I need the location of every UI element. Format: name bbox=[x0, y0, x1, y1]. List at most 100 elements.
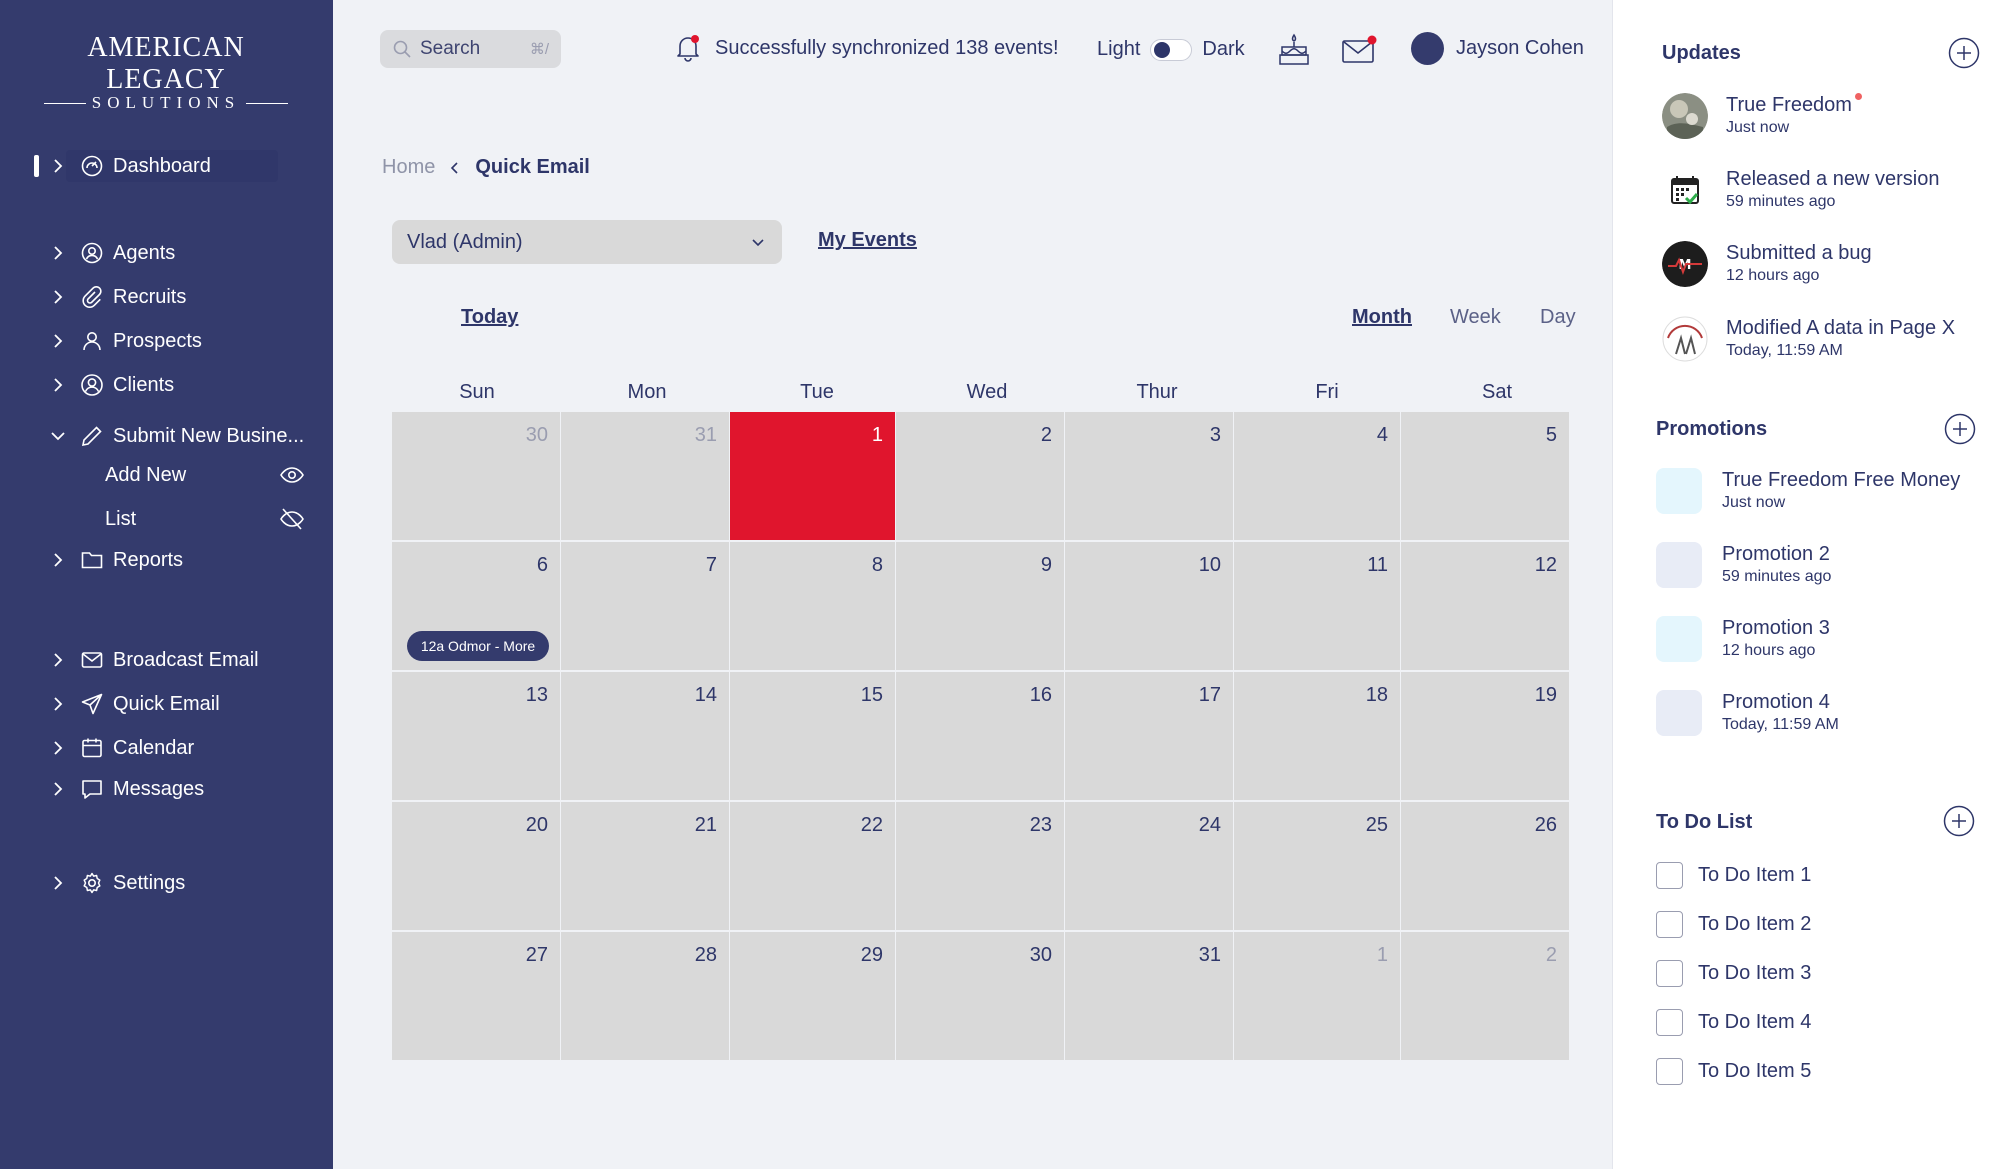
sidebar-item-dashboard[interactable]: Dashboard bbox=[48, 151, 211, 181]
promotion-item[interactable]: True Freedom Free Money Just now bbox=[1656, 468, 1960, 514]
user-filter-select[interactable]: Vlad (Admin) bbox=[392, 220, 782, 264]
sidebar-item-settings[interactable]: Settings bbox=[48, 868, 185, 898]
todo-checkbox[interactable] bbox=[1656, 1058, 1683, 1085]
calendar-day-cell[interactable]: 23 bbox=[896, 802, 1064, 930]
todo-item[interactable]: To Do Item 5 bbox=[1656, 1058, 1811, 1085]
brand-subline: SOLUTIONS bbox=[38, 94, 294, 112]
sidebar-subitem-list[interactable]: List bbox=[105, 504, 305, 534]
promotion-item[interactable]: Promotion 4 Today, 11:59 AM bbox=[1656, 690, 1839, 736]
todo-item[interactable]: To Do Item 1 bbox=[1656, 862, 1811, 889]
calendar-day-cell[interactable]: 9 bbox=[896, 542, 1064, 670]
sidebar-item-broadcast-email[interactable]: Broadcast Email bbox=[48, 645, 259, 675]
sidebar-item-reports[interactable]: Reports bbox=[48, 545, 183, 575]
calendar-day-cell[interactable]: 11 bbox=[1234, 542, 1400, 670]
mail-icon[interactable] bbox=[1341, 35, 1377, 65]
promotion-item[interactable]: Promotion 2 59 minutes ago bbox=[1656, 542, 1831, 588]
calendar-day-cell[interactable]: 13 bbox=[392, 672, 560, 800]
breadcrumb-home[interactable]: Home bbox=[382, 156, 435, 179]
theme-toggle[interactable] bbox=[1150, 38, 1193, 61]
calendar-day-cell[interactable]: 21 bbox=[561, 802, 729, 930]
promotion-title: True Freedom Free Money bbox=[1722, 469, 1961, 491]
todo-item[interactable]: To Do Item 3 bbox=[1656, 960, 1811, 987]
todo-checkbox[interactable] bbox=[1656, 1009, 1683, 1036]
calendar-day-cell[interactable]: 27 bbox=[392, 932, 560, 1060]
user-menu[interactable]: Jayson Cohen bbox=[1411, 32, 1584, 65]
calendar-day-cell[interactable]: 29 bbox=[730, 932, 895, 1060]
user-icon bbox=[83, 332, 101, 351]
send-icon bbox=[81, 693, 103, 715]
today-button[interactable]: Today bbox=[461, 306, 518, 329]
brand-logo[interactable]: AMERICAN LEGACY SOLUTIONS bbox=[38, 32, 294, 112]
calendar-day-cell[interactable]: 15 bbox=[730, 672, 895, 800]
calendar-day-cell[interactable]: 18 bbox=[1234, 672, 1400, 800]
add-update-icon[interactable] bbox=[1948, 37, 1980, 69]
update-item[interactable]: Modified A data in Page X Today, 11:59 A… bbox=[1662, 316, 1955, 362]
eye-off-icon[interactable] bbox=[279, 506, 305, 532]
calendar-day-cell[interactable]: 22 bbox=[730, 802, 895, 930]
calendar-day-cell[interactable]: 25 bbox=[1234, 802, 1400, 930]
calendar-day-cell[interactable]: 30 bbox=[896, 932, 1064, 1060]
sidebar-item-messages[interactable]: Messages bbox=[48, 774, 204, 804]
sidebar-item-submit-new-business[interactable]: Submit New Busine... bbox=[48, 421, 304, 451]
todo-item[interactable]: To Do Item 2 bbox=[1656, 911, 1811, 938]
calendar-event[interactable]: 12a Odmor - More bbox=[407, 631, 549, 661]
birthday-cake-icon[interactable] bbox=[1278, 33, 1310, 67]
calendar-day-cell[interactable]: 30 bbox=[392, 412, 560, 540]
calendar-day-cell[interactable]: 14 bbox=[561, 672, 729, 800]
sidebar-item-label: Dashboard bbox=[113, 154, 211, 177]
calendar-day-cell[interactable]: 12 bbox=[1401, 542, 1569, 670]
calendar-day-cell[interactable]: 20 bbox=[392, 802, 560, 930]
sidebar-item-calendar[interactable]: Calendar bbox=[48, 733, 194, 763]
calendar-day-cell[interactable]: 26 bbox=[1401, 802, 1569, 930]
update-item[interactable]: M Submitted a bug 12 hours ago bbox=[1662, 241, 1872, 287]
my-events-link[interactable]: My Events bbox=[818, 229, 917, 252]
chevron-right-icon bbox=[54, 782, 63, 796]
calendar-day-cell[interactable]: 10 bbox=[1065, 542, 1233, 670]
sidebar-item-recruits[interactable]: Recruits bbox=[48, 282, 186, 312]
todo-checkbox[interactable] bbox=[1656, 960, 1683, 987]
eye-icon[interactable] bbox=[279, 462, 305, 488]
todo-item[interactable]: To Do Item 4 bbox=[1656, 1009, 1811, 1036]
calendar-day-cell[interactable]: 1 bbox=[1234, 932, 1400, 1060]
update-title-row: True Freedom bbox=[1726, 93, 1862, 117]
calendar-day-cell[interactable]: 2 bbox=[1401, 932, 1569, 1060]
calendar-day-cell[interactable]: 17 bbox=[1065, 672, 1233, 800]
calendar-day-cell[interactable]: 19 bbox=[1401, 672, 1569, 800]
theme-switch[interactable]: Light Dark bbox=[1097, 38, 1245, 61]
view-tab-month[interactable]: Month bbox=[1352, 306, 1412, 329]
sidebar-item-prospects[interactable]: Prospects bbox=[48, 326, 202, 356]
promotion-title: Promotion 3 bbox=[1722, 617, 1830, 639]
chevron-right-icon bbox=[54, 246, 63, 260]
calendar-day-cell[interactable]: 2 bbox=[896, 412, 1064, 540]
sidebar-item-clients[interactable]: Clients bbox=[48, 370, 174, 400]
todo-checkbox[interactable] bbox=[1656, 911, 1683, 938]
calendar-day-cell[interactable]: 31 bbox=[561, 412, 729, 540]
todo-checkbox[interactable] bbox=[1656, 862, 1683, 889]
calendar-day-cell[interactable]: 5 bbox=[1401, 412, 1569, 540]
calendar-day-cell[interactable]: 4 bbox=[1234, 412, 1400, 540]
calendar-day-cell[interactable]: 3 bbox=[1065, 412, 1233, 540]
chevron-right-icon bbox=[54, 159, 63, 173]
update-item[interactable]: Released a new version 59 minutes ago bbox=[1662, 167, 1939, 213]
calendar-day-cell[interactable]: 7 bbox=[561, 542, 729, 670]
sync-notification[interactable]: Successfully synchronized 138 events! bbox=[675, 34, 1059, 62]
calendar-day-cell[interactable]: 16 bbox=[896, 672, 1064, 800]
promotion-title: Promotion 4 bbox=[1722, 691, 1830, 713]
calendar-day-cell[interactable]: 24 bbox=[1065, 802, 1233, 930]
chevron-right-icon bbox=[54, 553, 63, 567]
search-input[interactable]: Search ⌘/ bbox=[380, 30, 561, 68]
update-item[interactable]: True Freedom Just now bbox=[1662, 93, 1862, 139]
promotion-item[interactable]: Promotion 3 12 hours ago bbox=[1656, 616, 1830, 662]
sidebar-subitem-add-new[interactable]: Add New bbox=[105, 460, 305, 490]
calendar-day-cell[interactable]: 28 bbox=[561, 932, 729, 1060]
add-todo-icon[interactable] bbox=[1943, 805, 1975, 837]
sidebar-item-quick-email[interactable]: Quick Email bbox=[48, 689, 220, 719]
calendar-day-cell[interactable]: 31 bbox=[1065, 932, 1233, 1060]
view-tab-day[interactable]: Day bbox=[1540, 306, 1576, 329]
add-promotion-icon[interactable] bbox=[1944, 413, 1976, 445]
view-tab-week[interactable]: Week bbox=[1450, 306, 1501, 329]
calendar-day-cell-today[interactable]: 1 bbox=[730, 412, 895, 540]
calendar-day-cell[interactable]: 8 bbox=[730, 542, 895, 670]
sidebar-item-agents[interactable]: Agents bbox=[48, 238, 175, 268]
chevron-right-icon bbox=[54, 653, 63, 667]
